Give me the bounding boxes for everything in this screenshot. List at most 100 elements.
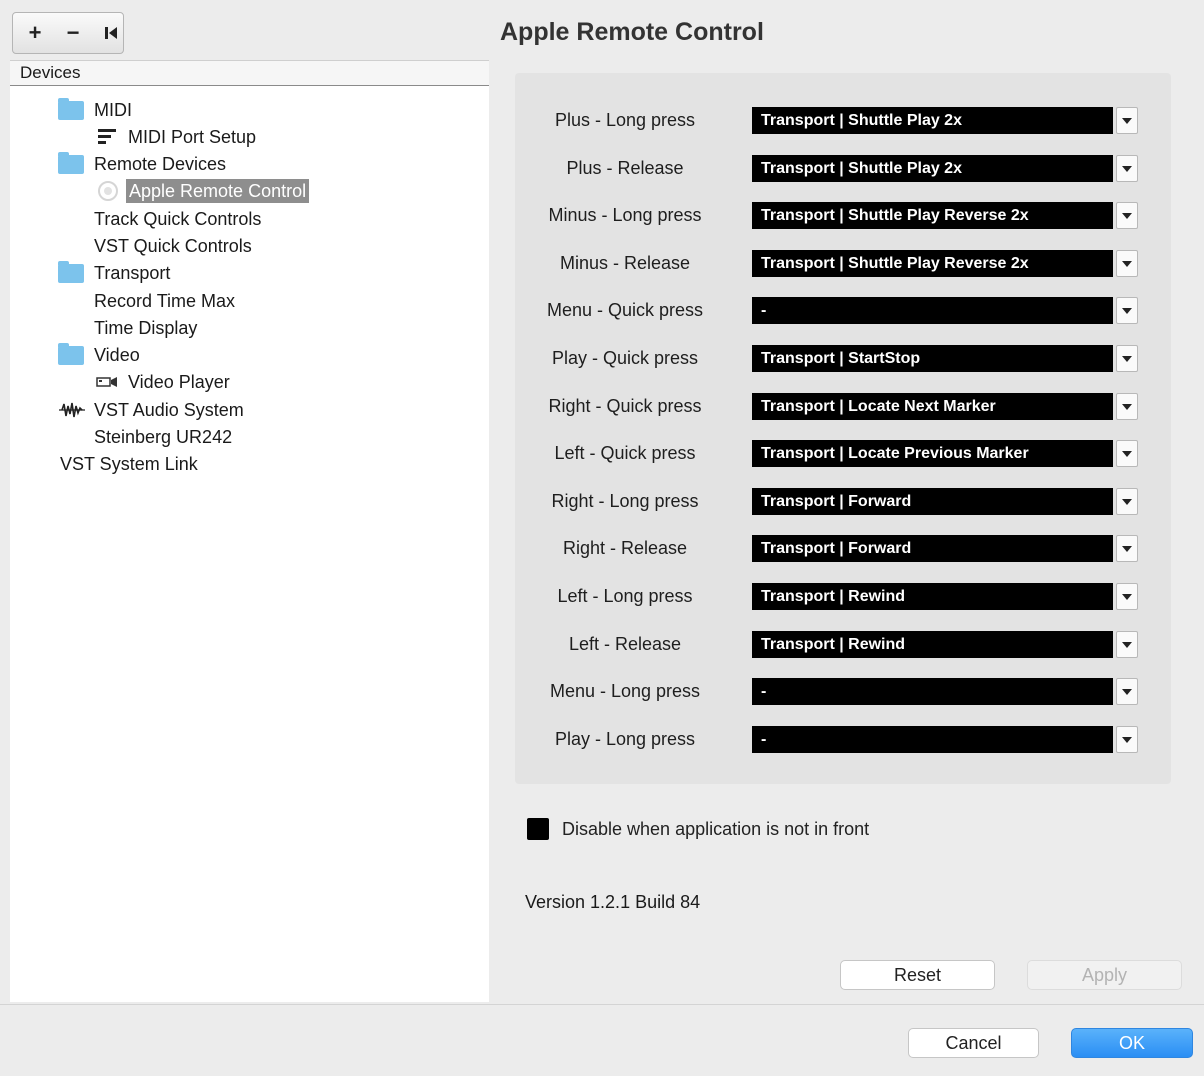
tree-item-vst-system-link[interactable]: VST System Link (60, 451, 198, 477)
device-tree: Devices MIDI MIDI Port Setup Remote Devi… (10, 60, 489, 1002)
mapping-dropdown-button[interactable] (1116, 393, 1138, 420)
add-device-button[interactable]: + (23, 22, 47, 44)
mapping-command-field[interactable]: Transport | Shuttle Play 2x (752, 155, 1113, 182)
mapping-list: Plus - Long press Transport | Shuttle Pl… (515, 73, 1171, 784)
chevron-down-icon (1122, 260, 1132, 267)
tree-item-record-time-max[interactable]: Record Time Max (94, 288, 235, 314)
tree-item-label: Remote Devices (94, 154, 227, 174)
mapping-label: Right - Long press (551, 491, 699, 511)
tree-item-apple-remote-control[interactable]: Apple Remote Control (94, 178, 310, 204)
remove-device-button[interactable]: − (61, 22, 85, 44)
mapping-command-field[interactable]: Transport | Shuttle Play Reverse 2x (752, 202, 1113, 229)
mapping-label: Play - Quick press (551, 348, 699, 368)
chevron-down-icon (1122, 165, 1132, 172)
mapping-command-field[interactable]: Transport | Rewind (752, 631, 1113, 658)
tree-item-midi[interactable]: MIDI (58, 97, 132, 123)
mapping-row: Menu - Long press - (515, 676, 1171, 706)
mapping-command-field[interactable]: Transport | Shuttle Play Reverse 2x (752, 250, 1113, 277)
mapping-row: Left - Long press Transport | Rewind (515, 581, 1171, 611)
mapping-dropdown-button[interactable] (1116, 631, 1138, 658)
mapping-row: Plus - Release Transport | Shuttle Play … (515, 153, 1171, 183)
mapping-dropdown-button[interactable] (1116, 297, 1138, 324)
tree-item-transport[interactable]: Transport (58, 260, 170, 286)
tree-item-label: MIDI Port Setup (128, 127, 257, 147)
mapping-command-field[interactable]: - (752, 297, 1113, 324)
ok-button[interactable]: OK (1071, 1028, 1193, 1058)
tree-item-video-player[interactable]: Video Player (94, 369, 230, 395)
tree-item-label: MIDI (94, 100, 132, 120)
cancel-button[interactable]: Cancel (908, 1028, 1039, 1058)
chevron-down-icon (1122, 688, 1132, 695)
mapping-row: Minus - Release Transport | Shuttle Play… (515, 248, 1171, 278)
folder-icon (58, 151, 84, 174)
tree-item-steinberg-ur242[interactable]: Steinberg UR242 (94, 424, 232, 450)
mapping-label: Minus - Long press (548, 205, 702, 225)
tree-item-track-quick-controls[interactable]: Track Quick Controls (94, 206, 261, 232)
mapping-command-field[interactable]: Transport | Forward (752, 535, 1113, 562)
tree-item-label: Record Time Max (94, 291, 236, 311)
mapping-row: Right - Release Transport | Forward (515, 533, 1171, 563)
mapping-command-field[interactable]: - (752, 726, 1113, 753)
mapping-label: Plus - Release (566, 158, 684, 178)
chevron-down-icon (1122, 498, 1132, 505)
mapping-row: Play - Long press - (515, 724, 1171, 754)
mapping-row: Left - Release Transport | Rewind (515, 629, 1171, 659)
tree-item-remote-devices[interactable]: Remote Devices (58, 151, 226, 177)
mapping-command-field[interactable]: Transport | Rewind (752, 583, 1113, 610)
tree-item-label: Video (94, 345, 140, 365)
mapping-dropdown-button[interactable] (1116, 583, 1138, 610)
mapping-label: Menu - Quick press (546, 300, 704, 320)
mapping-dropdown-button[interactable] (1116, 440, 1138, 467)
mapping-dropdown-button[interactable] (1116, 107, 1138, 134)
page-title: Apple Remote Control (500, 18, 764, 46)
mapping-label: Menu - Long press (549, 681, 701, 701)
mapping-label: Left - Long press (557, 586, 693, 606)
chevron-down-icon (1122, 450, 1132, 457)
reset-device-button[interactable] (99, 26, 123, 40)
disable-when-not-front-checkbox[interactable] (527, 818, 549, 840)
mapping-command-field[interactable]: Transport | Locate Next Marker (752, 393, 1113, 420)
mapping-dropdown-button[interactable] (1116, 202, 1138, 229)
mapping-command-field[interactable]: Transport | Shuttle Play 2x (752, 107, 1113, 134)
mapping-label: Right - Release (562, 538, 688, 558)
disable-when-not-front-option[interactable]: Disable when application is not in front (527, 818, 869, 840)
tree-item-label: VST Quick Controls (94, 236, 252, 256)
skip-back-icon (105, 27, 117, 39)
mapping-label: Play - Long press (554, 729, 696, 749)
mapping-dropdown-button[interactable] (1116, 726, 1138, 753)
apply-button[interactable]: Apply (1027, 960, 1182, 990)
chevron-down-icon (1122, 545, 1132, 552)
tree-item-label: Time Display (94, 318, 198, 338)
video-player-icon (94, 372, 120, 392)
tree-item-vst-quick-controls[interactable]: VST Quick Controls (94, 233, 252, 259)
mapping-command-field[interactable]: Transport | Forward (752, 488, 1113, 515)
devices-header: Devices (10, 61, 489, 86)
chevron-down-icon (1122, 641, 1132, 648)
tree-item-time-display[interactable]: Time Display (94, 315, 197, 341)
mapping-row: Minus - Long press Transport | Shuttle P… (515, 200, 1171, 230)
chevron-down-icon (1122, 307, 1132, 314)
mapping-dropdown-button[interactable] (1116, 678, 1138, 705)
tree-item-label: Apple Remote Control (126, 179, 310, 203)
tree-item-vst-audio-system[interactable]: VST Audio System (58, 397, 244, 423)
mapping-row: Right - Long press Transport | Forward (515, 486, 1171, 516)
tree-item-label: Steinberg UR242 (94, 427, 233, 447)
chevron-down-icon (1122, 593, 1132, 600)
tree-item-video[interactable]: Video (58, 342, 140, 368)
mapping-label: Left - Quick press (554, 443, 696, 463)
mapping-command-field[interactable]: - (752, 678, 1113, 705)
mapping-dropdown-button[interactable] (1116, 250, 1138, 277)
chevron-down-icon (1122, 117, 1132, 124)
mapping-dropdown-button[interactable] (1116, 488, 1138, 515)
tree-item-midi-port-setup[interactable]: MIDI Port Setup (94, 124, 256, 150)
reset-button[interactable]: Reset (840, 960, 995, 990)
mapping-command-field[interactable]: Transport | Locate Previous Marker (752, 440, 1113, 467)
chevron-down-icon (1122, 736, 1132, 743)
mapping-dropdown-button[interactable] (1116, 535, 1138, 562)
mapping-dropdown-button[interactable] (1116, 345, 1138, 372)
mapping-label: Plus - Long press (554, 110, 696, 130)
mapping-command-field[interactable]: Transport | StartStop (752, 345, 1113, 372)
mapping-dropdown-button[interactable] (1116, 155, 1138, 182)
tree-item-label: Track Quick Controls (94, 209, 262, 229)
chevron-down-icon (1122, 355, 1132, 362)
